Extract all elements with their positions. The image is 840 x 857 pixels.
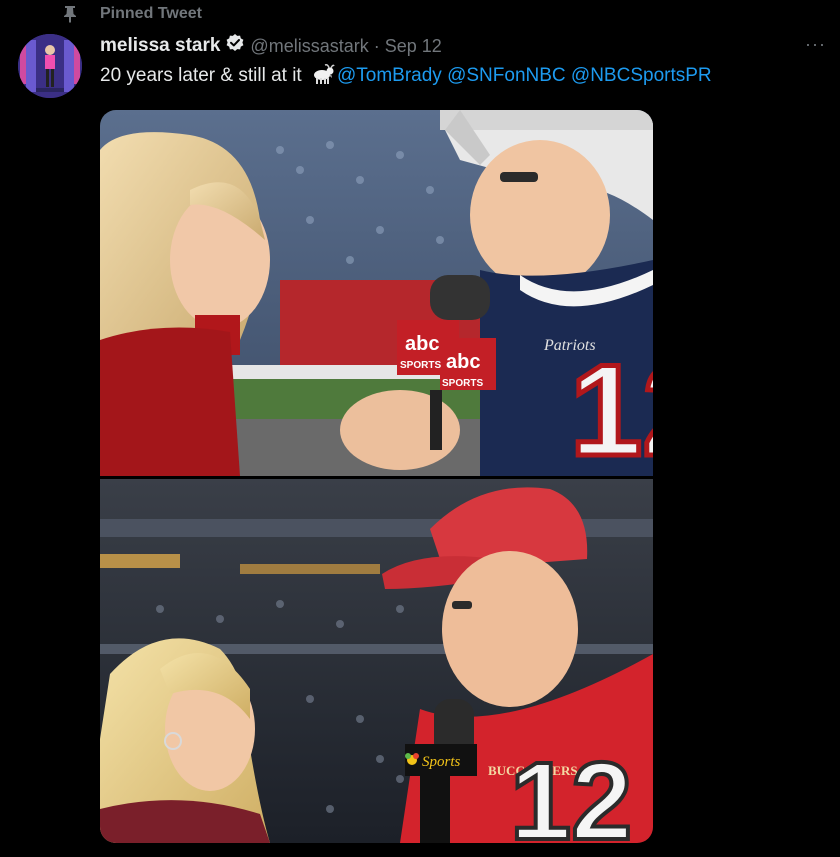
jersey-number-12: 12 [570,337,653,476]
mention-tombrady[interactable]: @TomBrady [337,65,442,86]
mention-nbcsportspr[interactable]: @NBCSportsPR [571,65,712,86]
photo-2022-interview[interactable]: BUCCANEERS 12 Sports [100,479,653,843]
jersey-number-12-bottom: 12 [510,740,632,843]
pin-icon [62,5,78,23]
pinned-indicator: Pinned Tweet [62,4,202,24]
mention-snfonnbc[interactable]: @SNFonNBC [447,65,566,86]
pinned-label: Pinned Tweet [100,5,202,22]
separator: · [373,35,380,56]
mic-flag-sports-2: SPORTS [442,378,483,389]
mic-flag-abc-1: abc [405,333,439,355]
mic-flag-sports-1: SPORTS [400,360,441,371]
avatar[interactable] [18,34,82,98]
tweet-header: melissa stark @melissastark · Sep 12 [100,34,442,58]
mic-flag-abc-2: abc [446,351,480,373]
photo-2002-interview[interactable]: 12 Patriots abc SPORTS abc SPORTS [100,110,653,476]
more-options-icon[interactable]: ··· [805,34,826,55]
jersey-logo-text: Patriots [543,337,596,354]
tweet-text: 20 years later & still at it @TomBrady @… [100,64,712,90]
author-name[interactable]: melissa stark [100,35,220,57]
author-handle[interactable]: @melissastark [250,36,368,57]
tweet-media[interactable]: 12 Patriots abc SPORTS abc SPORTS [100,110,653,843]
verified-badge-icon [225,33,245,59]
tweet-text-body: 20 years later & still at it [100,65,302,86]
goat-emoji-icon [311,64,335,90]
tweet-date[interactable]: Sep 12 [385,36,442,57]
mic-flag-nbc-sports: Sports [422,754,461,770]
